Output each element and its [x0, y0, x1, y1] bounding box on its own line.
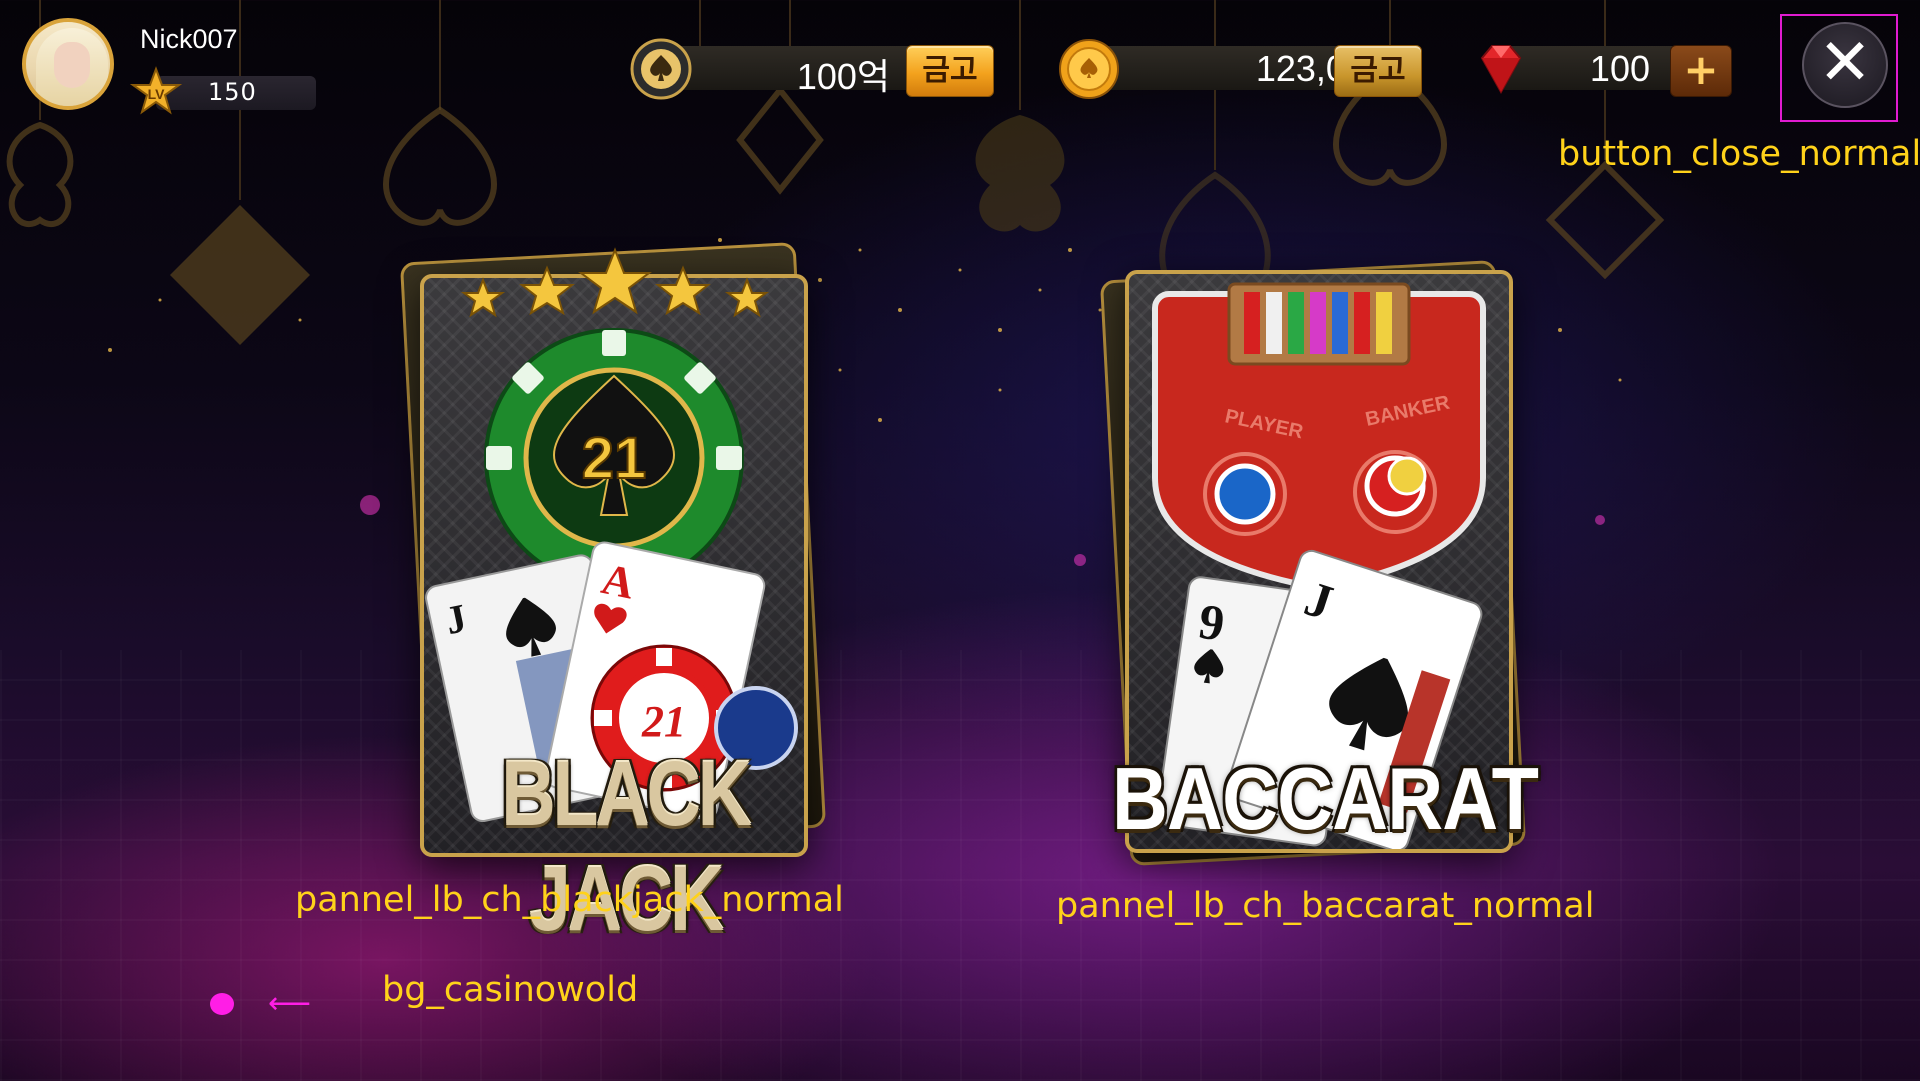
- svg-text:21: 21: [641, 697, 686, 746]
- gem-balance: 100: [1589, 48, 1650, 89]
- player-profile[interactable]: Nick007 LV 150: [22, 18, 322, 118]
- level-star-icon: LV: [130, 66, 182, 115]
- gold-currency: 123,000 금고: [1058, 38, 1428, 99]
- close-button[interactable]: ✕: [1780, 14, 1898, 122]
- baccarat-title: BACCARAT: [1111, 749, 1539, 848]
- ruby-gem-icon: [1480, 45, 1522, 95]
- rating-stars-icon: [460, 247, 770, 318]
- baccarat-panel[interactable]: PLAYER BANKER 9 J BACCARAT: [1099, 260, 1555, 870]
- arrow-left-icon: ⟵: [268, 986, 312, 1021]
- blackjack-title: BLACK JACK: [501, 743, 752, 950]
- gem-currency: 100 +: [1470, 38, 1740, 97]
- player-avatar[interactable]: [22, 18, 114, 110]
- background-annotation: bg_casinowold: [382, 970, 639, 1010]
- player-level: 150: [208, 78, 257, 106]
- add-gems-button[interactable]: +: [1670, 45, 1732, 97]
- blackjack-chip-text: 21: [582, 426, 647, 491]
- baccarat-panel-annotation: pannel_lb_ch_baccarat_normal: [1056, 886, 1595, 926]
- chip-balance: 100억: [796, 56, 890, 97]
- blackjack-panel-annotation: pannel_lb_ch_blackjack_normal: [295, 880, 844, 920]
- chip-currency: 100억 금고: [630, 38, 1000, 100]
- player-nickname: Nick007: [140, 24, 238, 54]
- close-icon: ✕: [1818, 26, 1872, 100]
- gold-vault-button[interactable]: 금고: [1334, 45, 1422, 97]
- chip-vault-button[interactable]: 금고: [906, 45, 994, 97]
- background-marker: [210, 993, 234, 1015]
- gold-coin-icon: [1059, 39, 1119, 99]
- level-badge: LV: [148, 86, 166, 102]
- blackjack-panel[interactable]: 21 J A 21 BLACK JACK: [395, 242, 845, 950]
- close-button-annotation: button_close_normal: [1558, 134, 1920, 174]
- spade-chip-icon: [630, 38, 692, 100]
